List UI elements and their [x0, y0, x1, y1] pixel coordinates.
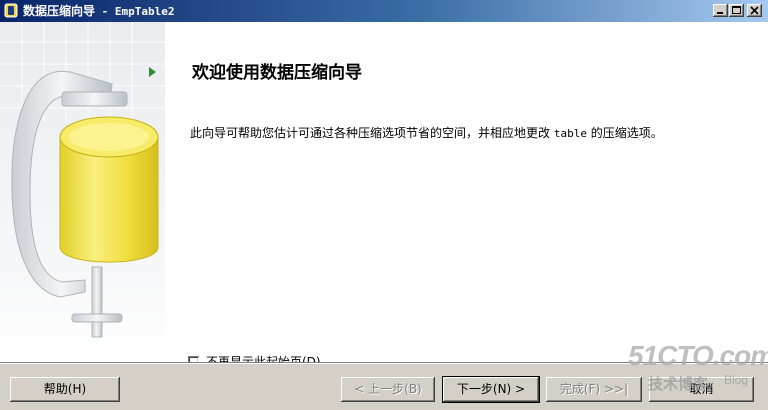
close-button[interactable] [747, 4, 762, 17]
minimize-button[interactable] [713, 4, 728, 17]
window-title: 数据压缩向导 - EmpTable2 [23, 4, 175, 18]
maximize-icon [732, 6, 741, 14]
cancel-button[interactable]: 取消 [649, 377, 754, 402]
page-description: 此向导可帮助您估计可通过各种压缩选项节省的空间，并相应地更改 table 的压缩… [190, 126, 663, 140]
help-button[interactable]: 帮助(H) [10, 377, 120, 402]
wizard-page: 欢迎使用数据压缩向导 此向导可帮助您估计可通过各种压缩选项节省的空间，并相应地更… [0, 22, 768, 369]
button-bar: 帮助(H) < 上一步(B) 下一步(N) > 完成(F) >>| 取消 [0, 362, 768, 410]
page-title: 欢迎使用数据压缩向导 [192, 63, 362, 83]
next-button[interactable]: 下一步(N) > [442, 376, 540, 403]
wizard-window: 数据压缩向导 - EmpTable2 欢迎使用数据压缩向导 此向导可帮助您估计可… [0, 0, 768, 410]
minimize-icon [717, 12, 723, 14]
close-icon [750, 6, 759, 15]
maximize-button[interactable] [729, 4, 744, 17]
title-bar[interactable]: 数据压缩向导 - EmpTable2 [0, 0, 768, 22]
finish-button[interactable]: 完成(F) >>| [546, 377, 642, 402]
back-button[interactable]: < 上一步(B) [341, 377, 435, 402]
current-step-arrow-icon [149, 67, 156, 77]
app-icon [4, 3, 18, 18]
compression-clamp-illustration [0, 22, 165, 362]
